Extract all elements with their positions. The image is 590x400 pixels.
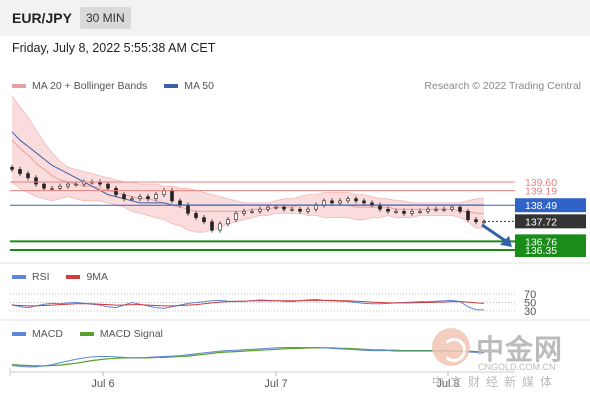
candle-body (58, 185, 62, 189)
candle-body (362, 200, 366, 204)
candle-body (402, 210, 406, 214)
candle-body (474, 219, 478, 223)
candle-body (386, 208, 390, 212)
candle-body (242, 210, 246, 214)
x-tick-label: Jul 7 (264, 378, 287, 390)
x-tick-label: Jul 6 (91, 378, 114, 390)
candle-body (146, 196, 150, 200)
candle-body (42, 183, 46, 189)
candle-body (194, 213, 198, 218)
candle-body (250, 210, 254, 213)
candle-body (74, 183, 78, 186)
price-label: 139.19 (525, 186, 557, 198)
candle-body (410, 210, 414, 214)
forecast-arrow (481, 223, 508, 244)
candle-body (186, 204, 190, 214)
candle-body (210, 221, 214, 231)
candle-body (418, 210, 422, 213)
candle-body (450, 206, 454, 210)
candle-body (218, 223, 222, 231)
candle-body (178, 200, 182, 206)
candle-body (322, 200, 326, 206)
candle-body (130, 198, 134, 201)
candle-body (354, 198, 358, 202)
candle-body (338, 200, 342, 204)
candle-body (458, 206, 462, 212)
candle-body (394, 210, 398, 213)
candle-body (482, 221, 486, 224)
candle-body (330, 200, 334, 204)
candle-body (154, 194, 158, 200)
candle-body (66, 183, 70, 187)
watermark-en: CNGOLD.COM.CN (478, 362, 556, 372)
candle-body (138, 196, 142, 200)
candle-body (34, 177, 38, 185)
candle-body (266, 206, 270, 210)
candle-body (442, 208, 446, 211)
candle-body (434, 208, 438, 211)
candle-body (306, 208, 310, 212)
candle-body (26, 173, 30, 179)
candle-body (370, 202, 374, 206)
candle-body (426, 208, 430, 212)
candle-body (282, 206, 286, 210)
price-label: 138.49 (525, 200, 557, 212)
watermark-sub: 中文财经新媒体 (432, 375, 559, 389)
candle-body (50, 187, 54, 190)
candle-body (170, 190, 174, 202)
candle-body (258, 208, 262, 212)
price-label: 136.35 (525, 245, 557, 257)
candle-body (18, 169, 22, 174)
candle-body (346, 198, 350, 202)
candle-body (202, 217, 206, 223)
candle-body (298, 208, 302, 212)
candle-body (114, 187, 118, 195)
candle-body (122, 194, 126, 200)
candle-body (290, 208, 294, 211)
price-label: 137.72 (525, 216, 557, 228)
candle-body (234, 213, 238, 220)
rsi-level-label: 30 (524, 306, 536, 318)
candle-body (226, 219, 230, 225)
cngold-logo-icon (432, 328, 470, 366)
candle-body (106, 183, 110, 189)
candle-body (10, 167, 14, 170)
candle-body (466, 210, 470, 220)
candle-body (274, 206, 278, 209)
